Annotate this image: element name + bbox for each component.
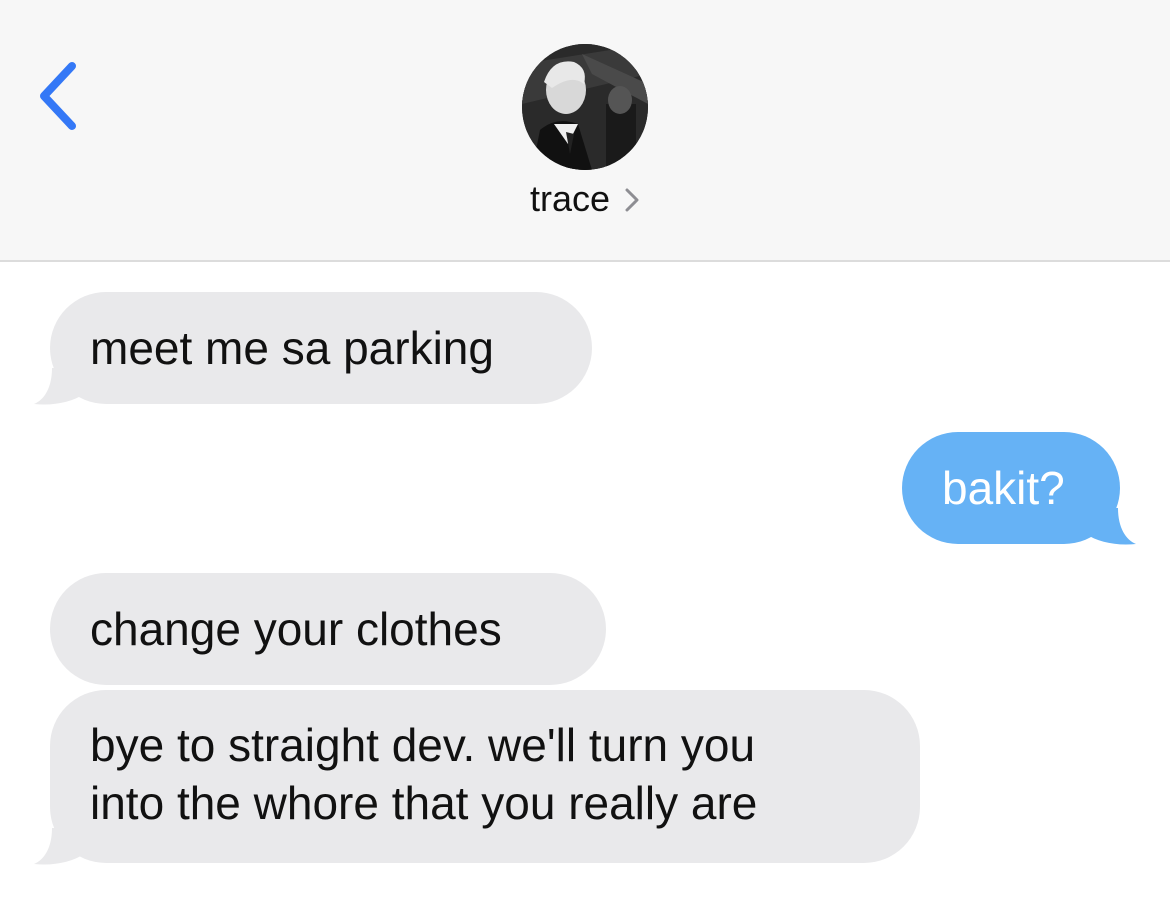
chevron-right-icon — [624, 180, 640, 222]
message-text: change your clothes — [90, 603, 502, 655]
message-bubble-incoming[interactable]: bye to straight dev. we'll turn you into… — [50, 690, 920, 863]
contact-name: trace — [529, 178, 611, 219]
message-bubble-outgoing[interactable]: bakit? — [902, 432, 1120, 544]
message-bubble-incoming[interactable]: meet me sa parking — [50, 292, 592, 404]
message-text-line: bye to straight dev. we'll turn you — [90, 719, 756, 771]
contact-avatar[interactable] — [522, 44, 648, 170]
message-text: meet me sa parking — [90, 322, 494, 374]
conversation-header: trace — [0, 0, 1170, 262]
avatar-photo-icon — [522, 44, 648, 170]
back-button[interactable] — [28, 56, 88, 136]
message-text: bakit? — [942, 462, 1065, 514]
chevron-left-icon — [40, 62, 76, 130]
message-bubble-incoming[interactable]: change your clothes — [50, 573, 606, 685]
contact-name-button[interactable]: trace — [0, 178, 1170, 222]
message-text-line: into the whore that you really are — [90, 777, 758, 829]
